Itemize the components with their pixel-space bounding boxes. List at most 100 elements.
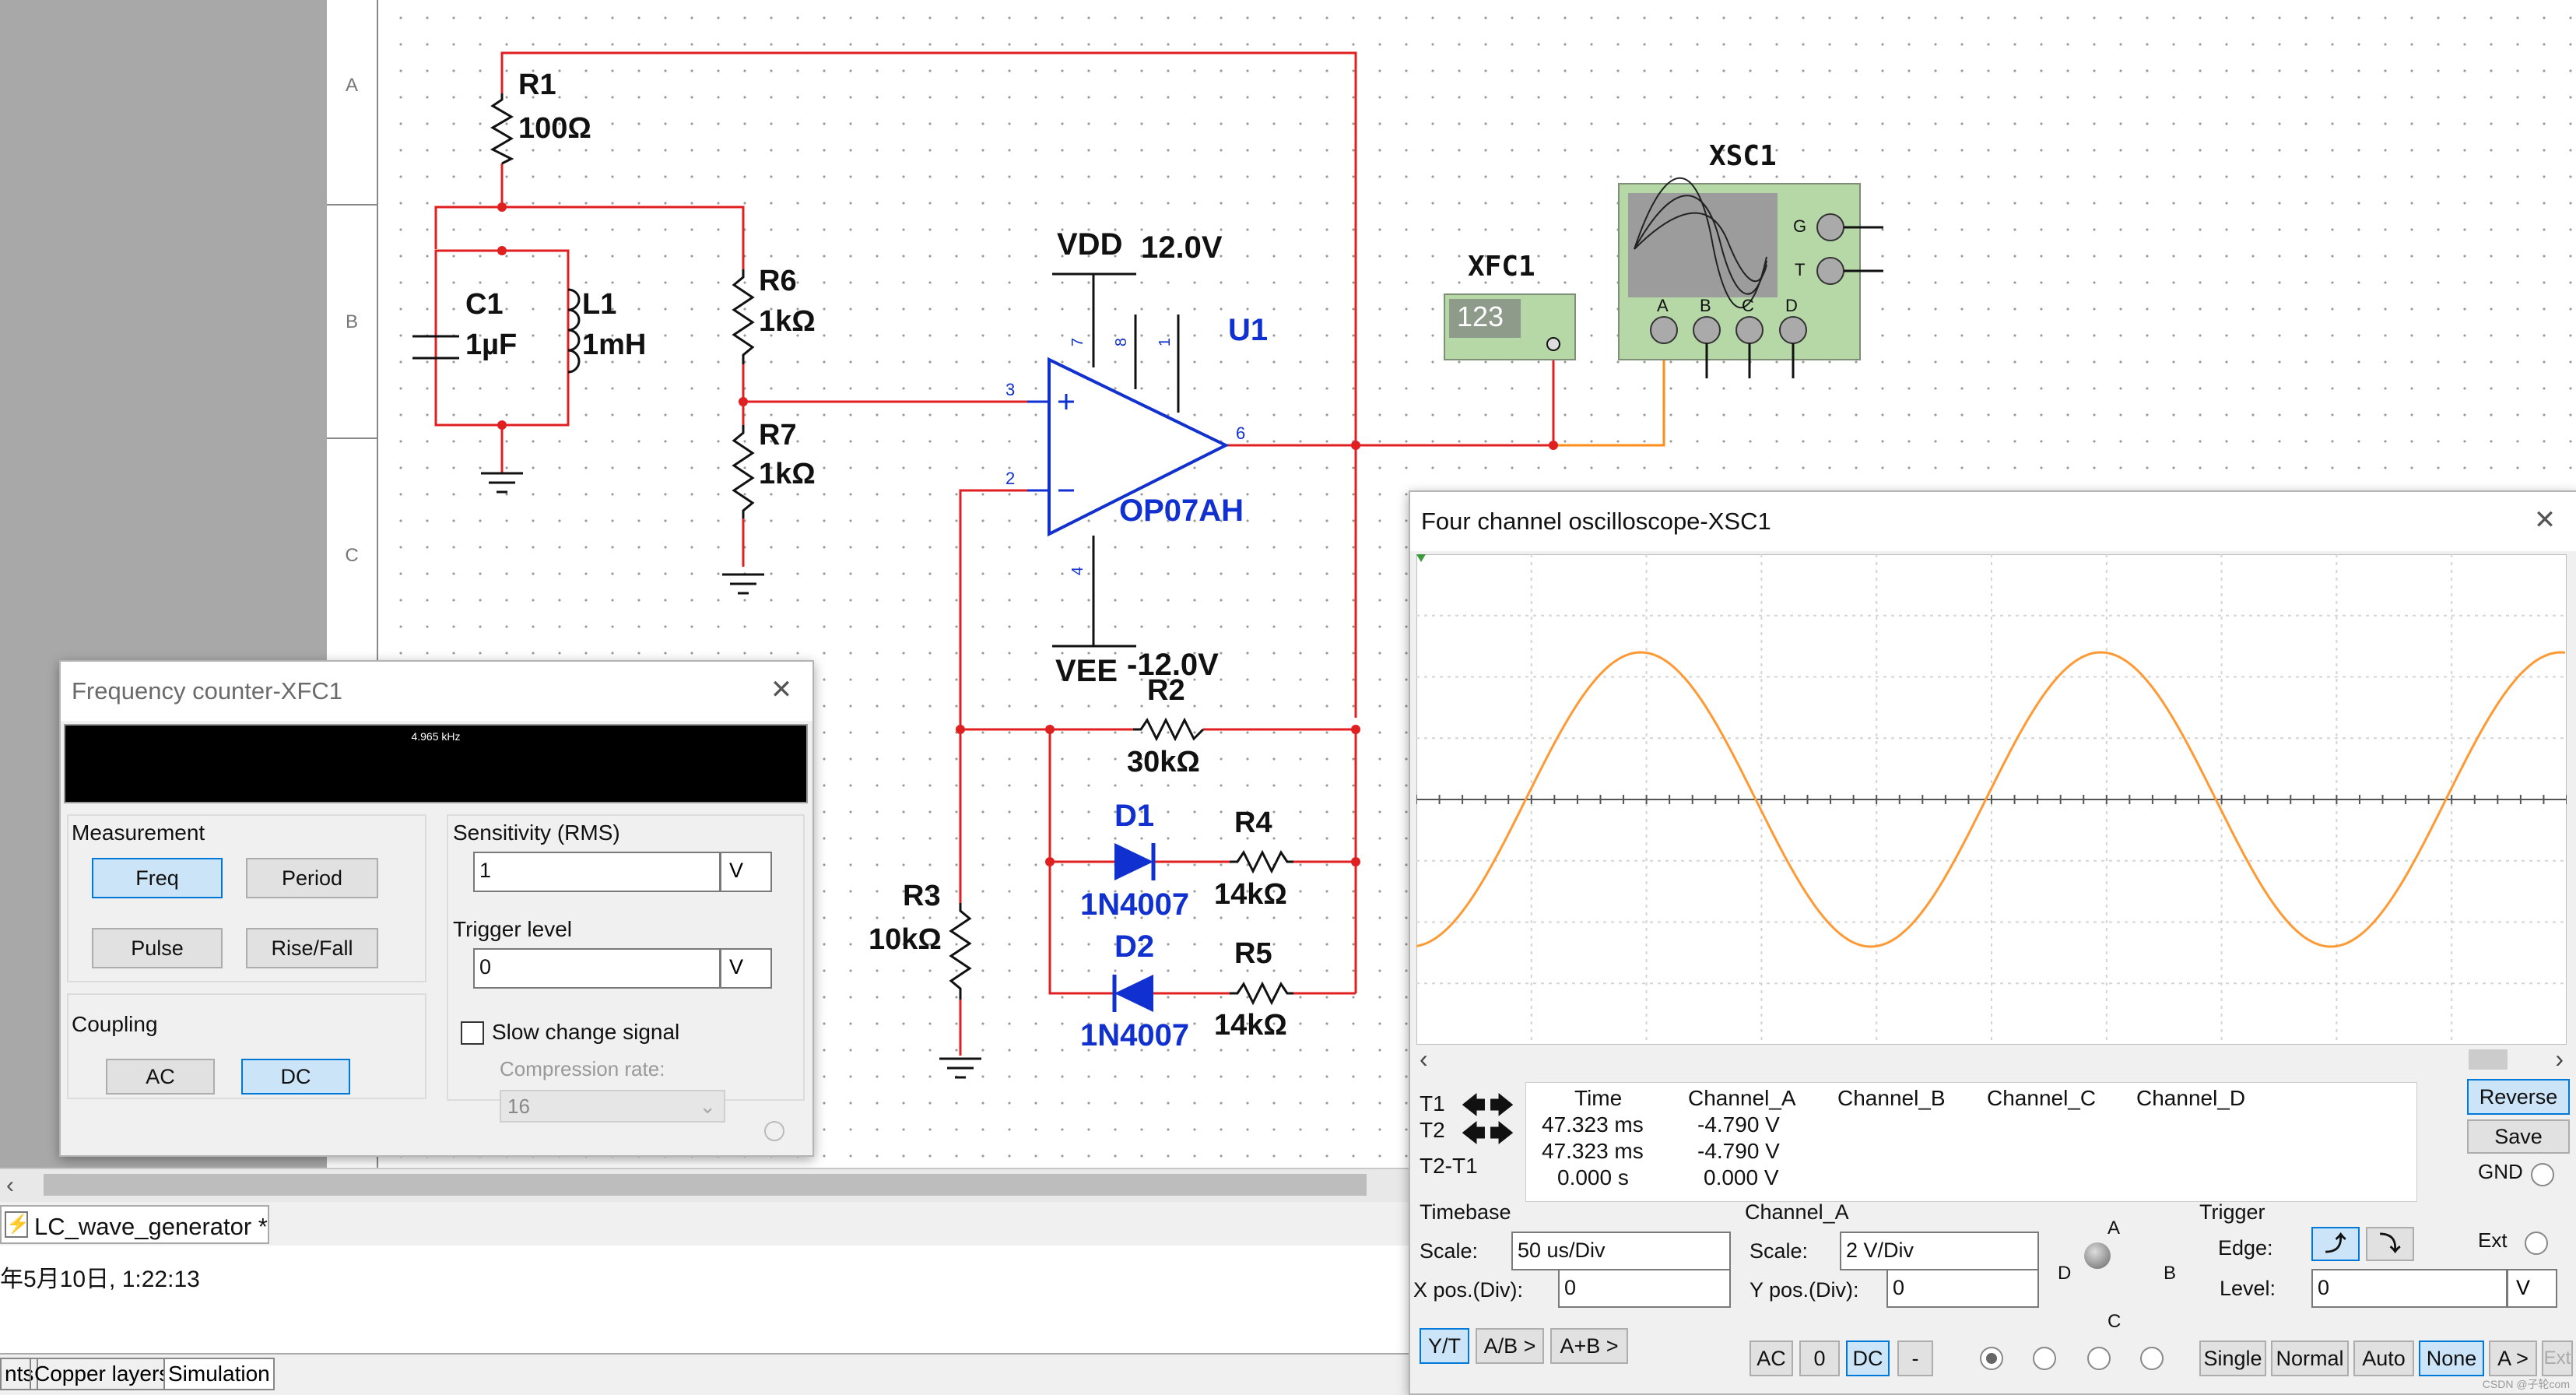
trigger-level-input[interactable]: 0 — [2311, 1269, 2508, 1308]
resize-grip-icon[interactable] — [764, 1121, 784, 1141]
xsc1-term-t: T — [1795, 260, 1806, 279]
trigger-level-unit[interactable]: V — [721, 948, 772, 989]
freq-counter-titlebar[interactable]: Frequency counter-XFC1 ✕ — [61, 662, 812, 721]
d2-part: 1N4007 — [1080, 1018, 1190, 1052]
freq-button[interactable]: Freq — [92, 858, 223, 898]
save-button[interactable]: Save — [2467, 1119, 2570, 1154]
trigger-auto-button[interactable]: Auto — [2353, 1341, 2414, 1376]
c1-ref[interactable]: C1 — [465, 288, 504, 322]
trigger-none-button[interactable]: None — [2419, 1341, 2484, 1376]
r2-ref[interactable]: R2 — [1147, 674, 1185, 708]
vdd-value: 12.0V — [1141, 230, 1223, 265]
col-channel-c: Channel_C — [1987, 1086, 2097, 1110]
x-pos-label: X pos.(Div): — [1413, 1278, 1524, 1302]
timebase-scale-input[interactable]: 50 us/Div — [1511, 1232, 1731, 1270]
scroll-right-icon[interactable]: › — [2555, 1045, 2564, 1073]
d2-ref[interactable]: D2 — [1114, 929, 1154, 965]
gnd-radio[interactable] — [2531, 1163, 2554, 1186]
r2-value: 30kΩ — [1127, 746, 1200, 778]
r1-ref[interactable]: R1 — [518, 69, 556, 102]
u1-ref[interactable]: U1 — [1228, 313, 1268, 348]
t2-right-arrow-icon[interactable]: 🡆 — [1490, 1116, 1514, 1156]
tab-copper-layers[interactable]: Copper layers — [30, 1358, 175, 1390]
mode-yt-button[interactable]: Y/T — [1420, 1328, 1469, 1364]
frequency-counter-window[interactable]: Frequency counter-XFC1 ✕ 4.965 kHz Measu… — [59, 660, 814, 1157]
ch-coupling-ac-button[interactable]: AC — [1750, 1341, 1793, 1376]
u1-part: OP07AH — [1119, 494, 1244, 528]
trigger-normal-button[interactable]: Normal — [2271, 1341, 2349, 1376]
r4-ref[interactable]: R4 — [1234, 806, 1272, 840]
channel-a-radio[interactable] — [1980, 1347, 2003, 1370]
trigger-single-button[interactable]: Single — [2199, 1341, 2266, 1376]
pulse-button[interactable]: Pulse — [92, 928, 223, 968]
r6-ref[interactable]: R6 — [759, 265, 797, 298]
mode-ab-button[interactable]: A/B > — [1476, 1328, 1544, 1364]
rising-edge-icon[interactable]: ⤴ — [2311, 1227, 2360, 1261]
reverse-button[interactable]: Reverse — [2467, 1079, 2570, 1115]
channel-scale-input[interactable]: 2 V/Div — [1840, 1232, 2039, 1270]
timebase-label: Timebase — [1420, 1200, 1511, 1224]
xfc1-display[interactable]: 123 — [1457, 300, 1504, 333]
l1-ref[interactable]: L1 — [582, 288, 616, 322]
sensitivity-unit[interactable]: V — [721, 852, 772, 892]
channel-b-radio[interactable] — [2033, 1347, 2056, 1370]
log-entry: 年5月10日, 1:22:13 — [0, 1267, 200, 1292]
close-icon[interactable]: ✕ — [764, 673, 798, 707]
d1-ref[interactable]: D1 — [1114, 799, 1154, 834]
pin-4: 4 — [1069, 566, 1087, 576]
y-pos-input[interactable]: 0 — [1886, 1269, 2039, 1308]
tab-simulation[interactable]: Simulation — [163, 1358, 275, 1390]
freq-display: 4.965 kHz — [64, 724, 808, 803]
col-time: Time — [1574, 1086, 1623, 1110]
t2-t1-label: T2-T1 — [1420, 1154, 1478, 1178]
r7-ref[interactable]: R7 — [759, 419, 797, 452]
xfc1-ref[interactable]: XFC1 — [1468, 251, 1535, 283]
document-tab[interactable]: ⚡ LC_wave_generator * — [0, 1205, 269, 1244]
pin-8: 8 — [1113, 337, 1131, 347]
falling-edge-icon[interactable]: ⤵ — [2366, 1227, 2414, 1261]
trigger-source-a-button[interactable]: A > — [2489, 1341, 2537, 1376]
channel-c-radio[interactable] — [2087, 1347, 2111, 1370]
channel-selector-knob[interactable] — [2084, 1242, 2111, 1269]
trigger-level-unit[interactable]: V — [2508, 1269, 2557, 1308]
scope-titlebar[interactable]: Four channel oscilloscope-XSC1 ✕ — [1410, 492, 2576, 551]
r5-ref[interactable]: R5 — [1234, 937, 1272, 971]
ch-invert-button[interactable]: - — [1897, 1341, 1933, 1376]
coupling-dc-button[interactable]: DC — [241, 1059, 350, 1095]
r3-ref[interactable]: R3 — [903, 880, 941, 913]
pin-2: 2 — [1005, 469, 1016, 488]
trigger-level-input[interactable]: 0 — [473, 948, 721, 989]
ch-coupling-zero-button[interactable]: 0 — [1799, 1341, 1840, 1376]
scope-hscrollbar[interactable]: ‹ › — [1416, 1045, 2567, 1074]
scroll-thumb[interactable] — [44, 1174, 1367, 1196]
vdd-ref[interactable]: VDD — [1057, 227, 1122, 262]
ch-coupling-dc-button[interactable]: DC — [1846, 1341, 1890, 1376]
t2-channel-a: -4.790 V — [1697, 1139, 1780, 1163]
trigger-ext-button[interactable]: Ext — [2542, 1341, 2573, 1376]
xsc1-ref[interactable]: XSC1 — [1709, 140, 1777, 172]
l1-value: 1mH — [582, 329, 647, 361]
sheet-hscrollbar[interactable]: ‹ — [0, 1168, 1409, 1202]
ext-trigger-radio[interactable] — [2525, 1232, 2548, 1255]
r5-value: 14kΩ — [1214, 1009, 1287, 1042]
scroll-thumb[interactable] — [2469, 1049, 2508, 1070]
vee-ref[interactable]: VEE — [1055, 654, 1118, 689]
r6-value: 1kΩ — [759, 305, 816, 338]
oscilloscope-window[interactable]: Four channel oscilloscope-XSC1 ✕ ‹ › T1 … — [1409, 490, 2576, 1395]
scroll-left-icon[interactable]: ‹ — [6, 1172, 14, 1199]
d1-part: 1N4007 — [1080, 887, 1190, 922]
mode-a-plus-b-button[interactable]: A+B > — [1550, 1328, 1628, 1364]
coupling-ac-button[interactable]: AC — [106, 1059, 215, 1095]
rise-fall-button[interactable]: Rise/Fall — [246, 928, 378, 968]
y-pos-label: Y pos.(Div): — [1750, 1278, 1859, 1302]
scope-screen[interactable] — [1416, 554, 2567, 1045]
sensitivity-input[interactable]: 1 — [473, 852, 721, 892]
period-button[interactable]: Period — [246, 858, 378, 898]
x-pos-input[interactable]: 0 — [1558, 1269, 1731, 1308]
slow-change-checkbox[interactable] — [461, 1021, 484, 1045]
close-icon[interactable]: ✕ — [2528, 503, 2562, 537]
t2-left-arrow-icon[interactable]: 🡄 — [1462, 1116, 1486, 1156]
channel-d-radio[interactable] — [2140, 1347, 2164, 1370]
scroll-left-icon[interactable]: ‹ — [1420, 1045, 1428, 1073]
compression-select[interactable]: 16 ⌄ — [500, 1090, 725, 1123]
